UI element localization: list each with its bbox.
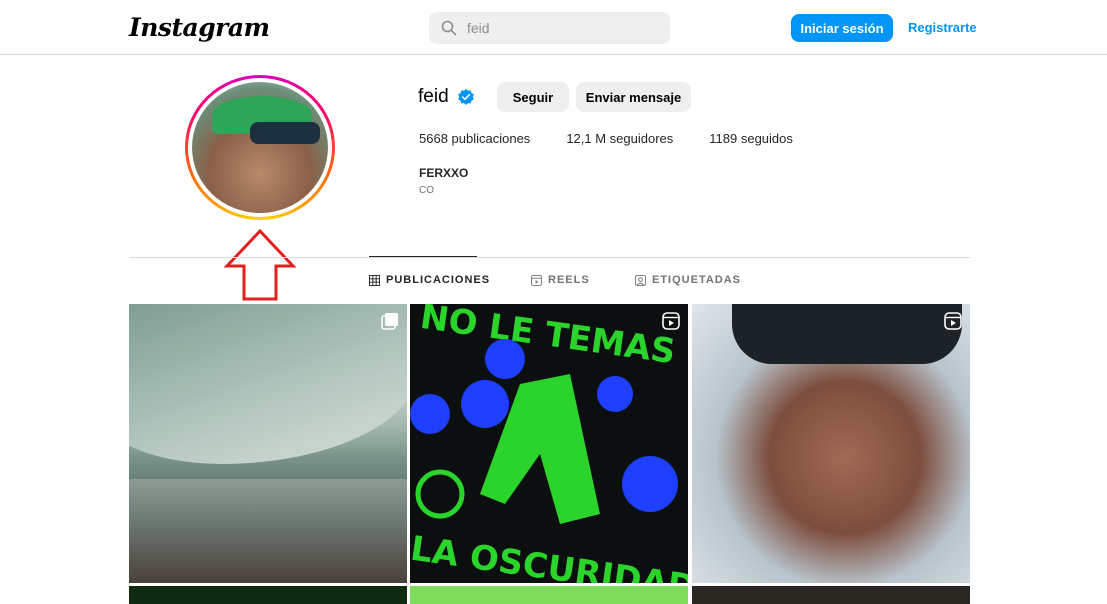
search-box[interactable] xyxy=(429,12,670,44)
reel-icon xyxy=(662,312,680,330)
annotation-arrow-up-icon xyxy=(224,228,296,301)
tab-publicaciones[interactable]: PUBLICACIONES xyxy=(369,274,490,286)
avatar-photo xyxy=(192,82,328,213)
search-input[interactable] xyxy=(467,20,647,36)
verified-badge-icon xyxy=(457,88,474,105)
instagram-logo[interactable]: Instagram xyxy=(129,13,270,42)
tab-reels[interactable]: REELS xyxy=(531,274,590,286)
posts-count: 5668 publicaciones xyxy=(419,131,531,146)
follow-button[interactable]: Seguir xyxy=(497,82,569,112)
post-thumbnail[interactable]: NO LE TEMAS LA OSCURIDAD xyxy=(410,304,688,583)
following-count[interactable]: 1189 seguidos xyxy=(709,131,793,146)
post-thumbnail[interactable] xyxy=(410,586,688,604)
login-button[interactable]: Iniciar sesión xyxy=(791,14,893,42)
grid-icon xyxy=(369,274,380,286)
active-tab-indicator xyxy=(369,256,477,257)
reel-icon xyxy=(944,312,962,330)
profile-full-name: FERXXO xyxy=(419,166,469,180)
tagged-icon xyxy=(635,274,646,286)
post-overlay-title: NO LE TEMAS xyxy=(418,304,678,372)
search-icon xyxy=(441,20,457,36)
reels-icon xyxy=(531,274,542,286)
tabs-divider xyxy=(129,257,970,258)
profile-country: CO xyxy=(419,185,434,196)
send-message-button[interactable]: Enviar mensaje xyxy=(576,82,691,112)
followers-count[interactable]: 12,1 M seguidores xyxy=(566,131,673,146)
profile-username: feid xyxy=(418,86,449,107)
post-thumbnail[interactable] xyxy=(692,586,970,604)
post-thumbnail[interactable] xyxy=(692,304,970,583)
profile-stats: 5668 publicaciones 12,1 M seguidores 118… xyxy=(419,131,829,146)
username-row: feid xyxy=(418,86,475,108)
post-thumbnail[interactable] xyxy=(129,304,407,583)
register-link[interactable]: Registrarte xyxy=(908,20,977,35)
profile-avatar[interactable] xyxy=(185,75,335,220)
post-thumbnail[interactable] xyxy=(129,586,407,604)
carousel-icon xyxy=(381,313,398,330)
top-navigation-bar: Instagram Iniciar sesión Registrarte xyxy=(0,0,1107,55)
tab-etiquetadas[interactable]: ETIQUETADAS xyxy=(635,274,741,286)
post-overlay-subtitle: LA OSCURIDAD xyxy=(410,529,688,583)
